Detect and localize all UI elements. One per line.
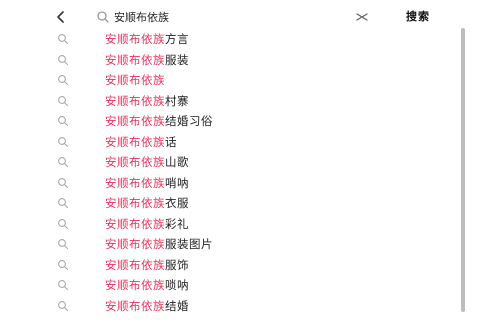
suggestion-match: 安顺布依族 [105, 237, 165, 251]
suggestion-text: 安顺布依族山歌 [105, 154, 189, 170]
chevron-left-icon [57, 11, 64, 23]
search-icon [58, 259, 69, 270]
search-icon [58, 300, 69, 311]
suggestion-completion: 话 [165, 134, 177, 149]
suggestion-match: 安顺布依族 [105, 52, 165, 67]
suggestion-text: 安顺布依族方言 [105, 31, 189, 47]
suggestion-item[interactable]: 安顺布依族村寨 [0, 92, 496, 113]
suggestion-text: 安顺布依族彩礼 [105, 216, 189, 232]
search-icon [58, 198, 69, 209]
suggestion-match: 安顺布依族 [105, 114, 165, 128]
search-icon [58, 54, 69, 65]
suggestion-text: 安顺布依族唢呐 [105, 277, 189, 293]
suggestion-match: 安顺布依族 [105, 73, 165, 87]
suggestion-item[interactable]: 安顺布依族方言 [0, 30, 496, 51]
back-button[interactable] [50, 6, 72, 28]
suggestion-match: 安顺布依族 [105, 155, 165, 169]
suggestion-text: 安顺布依族服装图片 [105, 236, 213, 252]
search-icon [58, 239, 69, 250]
suggestion-match: 安顺布依族 [105, 196, 165, 210]
suggestion-text: 安顺布依族服装 [105, 52, 189, 68]
search-icon [58, 95, 69, 106]
suggestion-text: 安顺布依族 [105, 72, 165, 88]
suggestion-match: 安顺布依族 [105, 298, 165, 313]
suggestion-item[interactable]: 安顺布依族衣服 [0, 194, 496, 215]
suggestion-completion: 唢呐 [165, 278, 189, 292]
suggestion-completion: 山歌 [165, 155, 189, 169]
suggestion-completion: 服装 [165, 52, 189, 67]
scrollbar[interactable] [461, 28, 465, 312]
clear-button[interactable] [354, 9, 370, 25]
search-icon [58, 116, 69, 127]
search-icon [58, 157, 69, 168]
suggestion-match: 安顺布依族 [105, 93, 165, 108]
search-icon [58, 218, 69, 229]
suggestion-item[interactable]: 安顺布依族山歌 [0, 153, 496, 174]
suggestion-match: 安顺布依族 [105, 175, 165, 190]
search-icon [58, 75, 69, 86]
search-input[interactable] [114, 7, 344, 27]
suggestion-completion: 哨呐 [165, 175, 189, 190]
suggestion-completion: 方言 [165, 32, 189, 46]
suggestion-item[interactable]: 安顺布依族服装图片 [0, 235, 496, 256]
suggestion-completion: 衣服 [165, 196, 189, 210]
suggestion-item[interactable]: 安顺布依族话 [0, 133, 496, 154]
search-icon [58, 34, 69, 45]
suggestion-completion: 彩礼 [165, 216, 189, 231]
suggestion-completion: 结婚习俗 [165, 114, 213, 128]
suggestion-item[interactable]: 安顺布依族 [0, 71, 496, 92]
suggestion-list: 安顺布依族方言 安顺布依族服装 安顺布依族 安顺布依族村寨 安顺布依族结婚习俗 安顺布依族… [0, 30, 496, 317]
suggestion-text: 安顺布依族结婚习俗 [105, 113, 213, 129]
suggestion-match: 安顺布依族 [105, 32, 165, 46]
suggestion-text: 安顺布依族村寨 [105, 93, 189, 109]
suggestion-item[interactable]: 安顺布依族结婚习俗 [0, 112, 496, 133]
search-icon [58, 280, 69, 291]
search-bar: 搜索 [0, 0, 496, 34]
suggestion-match: 安顺布依族 [105, 216, 165, 231]
suggestion-text: 安顺布依族哨呐 [105, 175, 189, 191]
search-button[interactable]: 搜索 [406, 8, 430, 24]
close-icon [356, 13, 368, 21]
suggestion-match: 安顺布依族 [105, 278, 165, 292]
suggestion-item[interactable]: 安顺布依族服装 [0, 51, 496, 72]
search-box[interactable] [88, 7, 388, 27]
search-icon [58, 177, 69, 188]
suggestion-match: 安顺布依族 [105, 257, 165, 272]
search-icon [97, 11, 109, 23]
suggestion-match: 安顺布依族 [105, 134, 165, 149]
suggestion-completion: 服饰 [165, 257, 189, 272]
search-icon [58, 136, 69, 147]
suggestion-text: 安顺布依族服饰 [105, 257, 189, 273]
suggestion-item[interactable]: 安顺布依族彩礼 [0, 215, 496, 236]
suggestion-text: 安顺布依族结婚 [105, 298, 189, 314]
suggestion-text: 安顺布依族话 [105, 134, 177, 150]
suggestion-item[interactable]: 安顺布依族服饰 [0, 256, 496, 277]
suggestion-completion: 服装图片 [165, 237, 213, 251]
suggestion-completion: 结婚 [165, 298, 189, 313]
suggestion-item[interactable]: 安顺布依族结婚 [0, 297, 496, 318]
suggestion-item[interactable]: 安顺布依族哨呐 [0, 174, 496, 195]
suggestion-item[interactable]: 安顺布依族唢呐 [0, 276, 496, 297]
suggestion-completion: 村寨 [165, 93, 189, 108]
suggestion-text: 安顺布依族衣服 [105, 195, 189, 211]
